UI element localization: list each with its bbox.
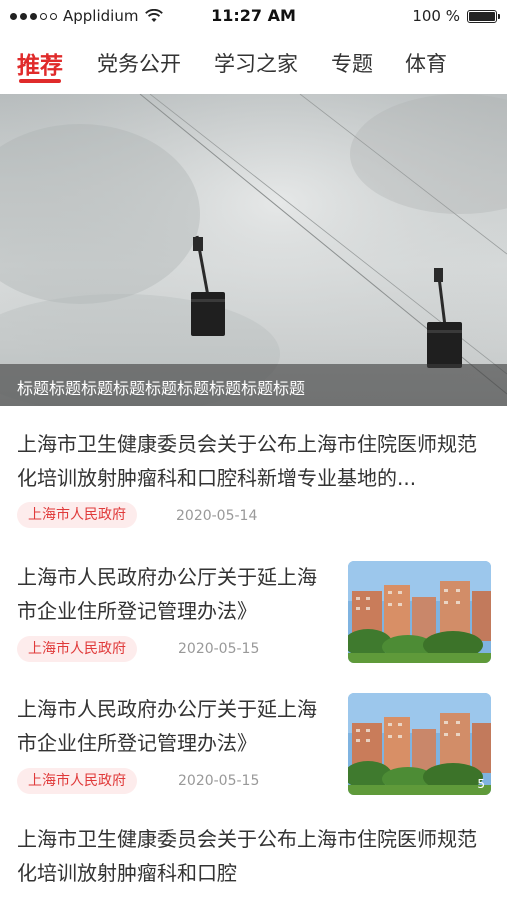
tab-recommend[interactable]: 推荐: [17, 46, 63, 80]
publish-date: 2020-05-15: [178, 641, 260, 657]
tab-party-affairs[interactable]: 党务公开: [97, 48, 181, 78]
tab-study-home[interactable]: 学习之家: [214, 48, 298, 78]
publish-date: 2020-05-14: [176, 508, 258, 524]
news-title[interactable]: 上海市卫生健康委员会关于公布上海市住院医师规范化培训放射肿瘤科和口腔: [17, 822, 495, 890]
news-item[interactable]: 上海市人民政府办公厅关于延上海市企业住所登记管理办法》 上海市人民政府 2020…: [0, 560, 507, 672]
banner-caption-text: 标题标题标题标题标题标题标题标题标题: [17, 379, 306, 398]
news-title[interactable]: 上海市卫生健康委员会关于公布上海市住院医师规范化培训放射肿瘤科和口腔科新增专业基…: [17, 427, 495, 495]
source-tag: 上海市人民政府: [17, 768, 137, 794]
source-tag: 上海市人民政府: [17, 636, 137, 662]
battery-icon: [467, 9, 500, 23]
status-right: 100 %: [412, 7, 500, 25]
building-photo: [348, 693, 491, 795]
news-thumbnail[interactable]: 5: [348, 693, 491, 795]
news-item[interactable]: 上海市卫生健康委员会关于公布上海市住院医师规范化培训放射肿瘤科和口腔科新增专业基…: [0, 422, 507, 540]
news-thumbnail[interactable]: [348, 561, 491, 663]
category-tabs: 推荐 党务公开 学习之家 专题 体育: [0, 40, 507, 90]
cable-car-photo: [0, 94, 507, 406]
battery-percent: 100 %: [412, 7, 460, 25]
news-item[interactable]: 上海市人民政府办公厅关于延上海市企业住所登记管理办法》 上海市人民政府 2020…: [0, 692, 507, 804]
news-title[interactable]: 上海市人民政府办公厅关于延上海市企业住所登记管理办法》: [17, 560, 327, 628]
banner-carousel[interactable]: 标题标题标题标题标题标题标题标题标题: [0, 94, 507, 406]
building-photo: [348, 561, 491, 663]
status-bar: Applidium 11:27 AM 100 %: [0, 0, 507, 32]
banner-caption: 标题标题标题标题标题标题标题标题标题: [0, 364, 507, 406]
tab-topics[interactable]: 专题: [331, 48, 373, 78]
image-count-badge: 5: [477, 777, 485, 791]
tab-sports[interactable]: 体育: [405, 48, 447, 78]
news-item[interactable]: 上海市卫生健康委员会关于公布上海市住院医师规范化培训放射肿瘤科和口腔: [0, 822, 507, 900]
active-tab-indicator: [19, 79, 61, 83]
source-tag: 上海市人民政府: [17, 502, 137, 528]
publish-date: 2020-05-15: [178, 773, 260, 789]
news-title[interactable]: 上海市人民政府办公厅关于延上海市企业住所登记管理办法》: [17, 692, 327, 760]
